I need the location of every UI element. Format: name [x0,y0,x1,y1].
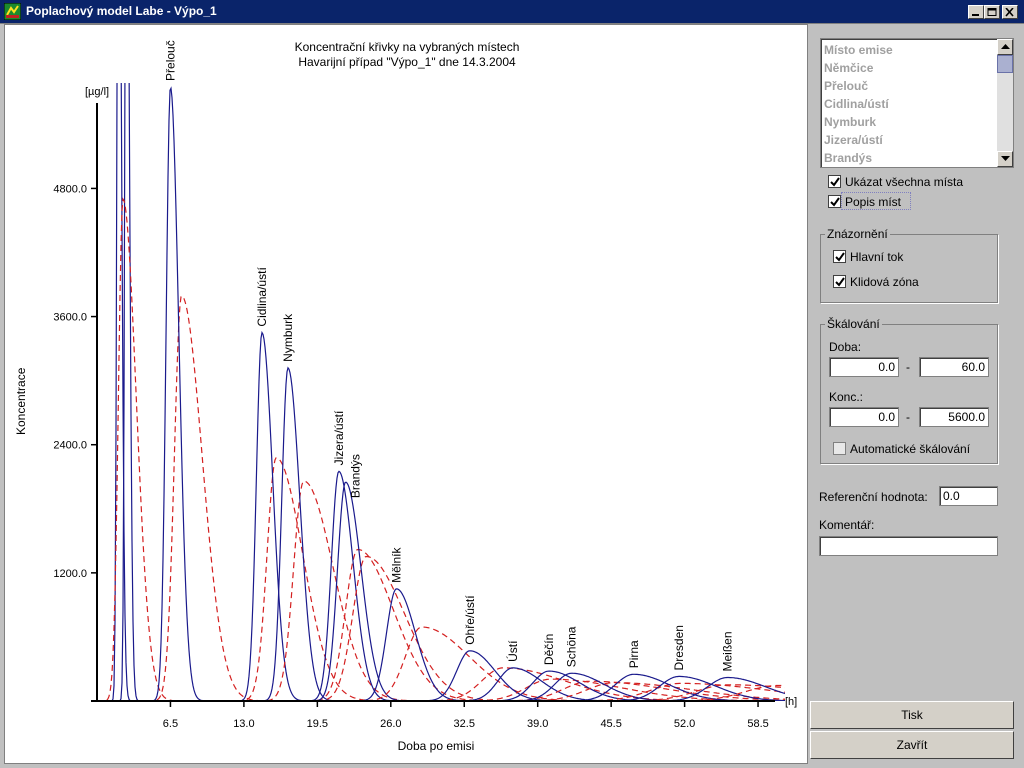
conc-label: Konc.: [829,390,864,404]
peak-label: Dresden [672,625,686,670]
chart-pane: Koncentrační křivky na vybraných místech… [4,24,808,764]
y-tick-label: 1200.0 [53,568,87,580]
main-flow-label: Hlavní tok [850,250,904,264]
calm-zone-curve [97,684,785,701]
conc-to-field[interactable]: 5600.0 [919,407,989,427]
peak-labels-layer: Přelouč Cidlina/ústí Nymburk Jizera/ústíBra… [163,40,734,671]
title-bar: Poplachový model Labe - Výpo_1 [0,0,1024,24]
check-icon [835,277,845,287]
comment-field[interactable] [819,536,998,556]
peak-label: Pirna [627,640,641,668]
comment-label: Komentář: [819,518,875,532]
close-window-button[interactable] [1002,5,1018,19]
calm-zone-label: Klidová zóna [850,275,919,289]
minimize-button[interactable] [968,5,984,19]
time-to-field[interactable]: 60.0 [919,357,989,377]
peak-label: Mělník [389,547,403,583]
calm-zone-curve [97,680,785,701]
scroll-up-button[interactable] [997,39,1013,55]
x-tick-label: 19.5 [307,718,328,730]
peak-label: Cidlina/ústí [255,267,269,327]
show-all-checkbox[interactable] [828,175,841,188]
display-group: Znázornění Hlavní tok Klidová zóna [820,227,998,303]
show-all-label: Ukázat všechna místa [845,175,964,189]
x-tick-label: 52.0 [674,718,695,730]
chart-subtitle: Havarijní případ "Výpo_1" dne 14.3.2004 [298,55,516,69]
peak-label: Nymburk [281,313,295,362]
scroll-thumb[interactable] [997,55,1013,73]
x-tick-label: 39.0 [527,718,548,730]
concentration-chart: Koncentrační křivky na vybraných místech… [14,40,797,753]
check-icon [830,197,840,207]
auto-scale-label: Automatické škálování [850,442,971,456]
auto-scale-checkbox[interactable] [833,442,846,455]
places-list-item[interactable]: Místo emise [824,41,893,59]
labels-checkbox[interactable] [828,195,841,208]
peak-label: Meißen [721,631,735,671]
display-group-title: Znázornění [825,227,890,241]
close-button[interactable]: Zavřít [810,731,1014,759]
x-tick-label: 13.0 [233,718,254,730]
scroll-down-button[interactable] [997,151,1013,167]
peak-label: Jizera/ústí [332,410,346,465]
close-icon [1005,8,1014,17]
scaling-group-title: Škálování [825,317,882,331]
emission-spike-curve [97,83,785,701]
maximize-button[interactable] [984,5,1000,19]
maximize-icon [987,8,997,16]
y-tick-label: 3600.0 [53,312,87,324]
main-flow-curve [97,86,785,701]
x-tick-label: 6.5 [163,718,178,730]
minimize-icon [972,14,979,16]
print-button[interactable]: Tisk [810,701,1014,729]
x-tick-label: 32.5 [454,718,475,730]
places-list-scrollbar[interactable] [997,39,1013,167]
scroll-up-icon [1001,44,1010,49]
peak-label: Ohře/ústí [463,595,477,645]
places-list-item[interactable]: Cidlina/ústí [824,95,889,113]
time-label: Doba: [829,340,862,354]
check-icon [830,177,840,187]
x-tick-label: 26.0 [380,718,401,730]
calm-zone-checkbox[interactable] [833,275,846,288]
curves-layer [97,83,785,701]
peak-label: Ústí [505,640,520,662]
scaling-group: Škálování Doba: 0.0 - 60.0 Konc.: 0.0 - … [820,317,998,464]
peak-label: Brandýs [349,454,363,498]
conc-range-dash: - [906,410,910,424]
x-tick-label: 58.5 [747,718,768,730]
emission-spike-curve [97,83,785,701]
peak-label: Přelouč [163,40,177,81]
peak-label: Děčín [542,634,556,665]
y-tick-label: 4800.0 [53,183,87,195]
peak-label: Schöna [565,626,579,667]
y-unit-label: [µg/l] [85,86,109,98]
scroll-down-icon [1001,156,1010,161]
x-unit-label: [h] [785,696,797,708]
x-axis-title: Doba po emisi [398,739,475,753]
app-icon [4,3,21,20]
conc-from-field[interactable]: 0.0 [829,407,899,427]
side-panel: Místo emise Němčice Přelouč Cidlina/ústí Nym… [808,24,1024,768]
time-from-field[interactable]: 0.0 [829,357,899,377]
main-flow-checkbox[interactable] [833,250,846,263]
places-list-item[interactable]: Brandýs [824,149,872,167]
reference-field[interactable]: 0.0 [939,486,998,506]
y-tick-label: 2400.0 [53,440,87,452]
places-list-item[interactable]: Jizera/ústí [824,131,883,149]
labels-label: Popis míst [845,195,902,209]
y-axis-title: Koncentrace [14,367,28,435]
x-tick-label: 45.5 [600,718,621,730]
places-list[interactable]: Místo emise Němčice Přelouč Cidlina/ústí Nym… [820,38,1014,168]
places-list-item[interactable]: Přelouč [824,77,868,95]
window-title: Poplachový model Labe - Výpo_1 [26,4,217,18]
chart-title: Koncentrační křivky na vybraných místech [295,40,520,54]
time-range-dash: - [906,360,910,374]
reference-label: Referenční hodnota: [819,490,928,504]
places-list-item[interactable]: Němčice [824,59,873,77]
check-icon [835,252,845,262]
places-list-item[interactable]: Nymburk [824,113,876,131]
